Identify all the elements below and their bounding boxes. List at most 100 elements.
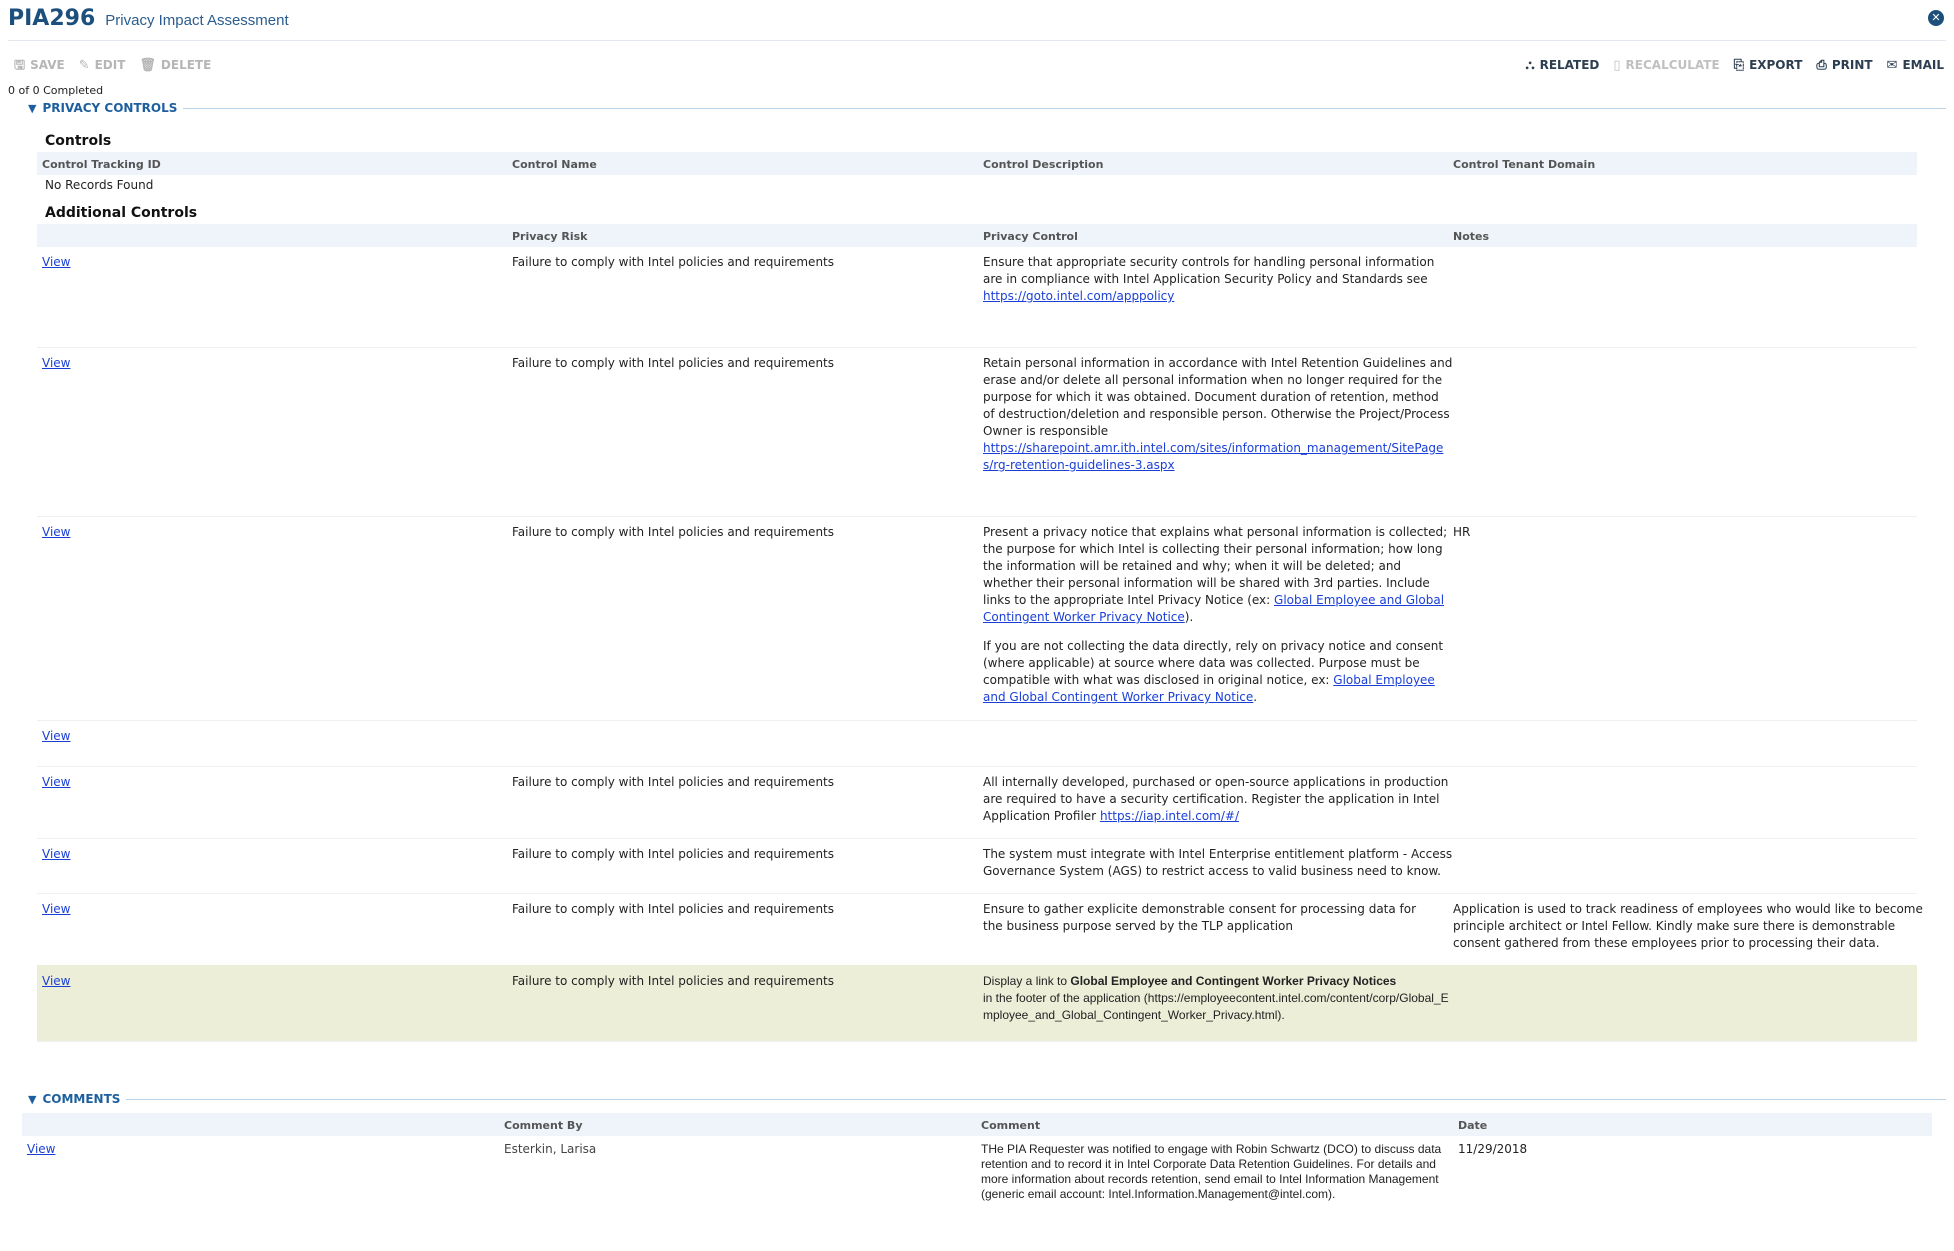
column-header[interactable]: Privacy Risk: [512, 230, 587, 243]
related-button[interactable]: ⛬ RELATED: [1525, 58, 1599, 72]
privacy-risk: Failure to comply with Intel policies an…: [512, 902, 835, 916]
record-id: PIA296: [8, 6, 96, 31]
retention-guidelines-link[interactable]: https://sharepoint.amr.ith.intel.com/sit…: [983, 441, 1443, 472]
empty-state: No Records Found: [45, 178, 154, 192]
email-label: EMAIL: [1902, 58, 1944, 72]
section-divider: [126, 1098, 1946, 1100]
column-header[interactable]: Control Tenant Domain: [1453, 158, 1595, 171]
additional-controls-heading: Additional Controls: [45, 205, 198, 221]
privacy-control-text: in the footer of the application (https:…: [983, 991, 1449, 1022]
privacy-control-text: Display a link to: [983, 974, 1071, 988]
column-header[interactable]: Comment: [981, 1119, 1040, 1132]
recalculate-label: RECALCULATE: [1625, 58, 1720, 72]
comment-author: Esterkin, Larisa: [504, 1142, 597, 1156]
calculator-icon: ▯: [1613, 57, 1621, 73]
privacy-control: Retain personal information in accordanc…: [983, 355, 1453, 474]
delete-button[interactable]: 🗑 DELETE: [139, 58, 211, 72]
privacy-control-text: Retain personal information in accordanc…: [983, 356, 1453, 438]
view-link[interactable]: View: [27, 1142, 55, 1157]
export-icon: ⎘: [1733, 57, 1745, 73]
print-label: PRINT: [1831, 58, 1873, 72]
privacy-risk: Failure to comply with Intel policies an…: [512, 255, 835, 269]
envelope-icon: ✉: [1886, 57, 1898, 73]
additional-controls-table-header: Privacy Risk Privacy Control Notes: [37, 224, 1917, 247]
table-row: View Failure to comply with Intel polici…: [37, 516, 1917, 721]
policy-link[interactable]: https://goto.intel.com/apppolicy: [983, 289, 1174, 303]
toolbar-right: ⛬ RELATED ▯ RECALCULATE ⎘ EXPORT ⎙ PRINT ✉ EM…: [1525, 56, 1944, 74]
export-label: EXPORT: [1749, 58, 1803, 72]
close-icon[interactable]: ✕: [1928, 10, 1944, 26]
view-link[interactable]: View: [42, 973, 70, 990]
column-header[interactable]: Notes: [1453, 230, 1489, 243]
privacy-control-paragraph: Present a privacy notice that explains w…: [983, 524, 1453, 626]
edit-button[interactable]: ✎ EDIT: [79, 58, 126, 72]
view-link[interactable]: View: [42, 254, 70, 271]
privacy-control: Display a link to Global Employee and Co…: [983, 973, 1453, 1024]
table-row: View Failure to comply with Intel polici…: [37, 246, 1917, 348]
save-icon: 🖫: [14, 57, 26, 73]
view-link[interactable]: View: [42, 524, 70, 541]
comment-row: View Esterkin, Larisa THe PIA Requester …: [22, 1142, 1932, 1222]
collapse-triangle-icon: ▼: [28, 1092, 37, 1106]
column-header[interactable]: Privacy Control: [983, 230, 1078, 243]
email-button[interactable]: ✉ EMAIL: [1887, 58, 1944, 72]
table-row: View Failure to comply with Intel polici…: [37, 766, 1917, 839]
column-header[interactable]: Comment By: [504, 1119, 583, 1132]
delete-label: DELETE: [160, 58, 212, 72]
table-row-selected: View Failure to comply with Intel polici…: [37, 965, 1917, 1042]
privacy-control-text: Ensure that appropriate security control…: [983, 255, 1435, 286]
page-title: Privacy Impact Assessment: [105, 12, 289, 29]
section-label: PRIVACY CONTROLS: [42, 101, 178, 115]
comment-text: THe PIA Requester was notified to engage…: [981, 1142, 1442, 1201]
column-header[interactable]: Control Tracking ID: [42, 158, 161, 171]
export-button[interactable]: ⎘ EXPORT: [1734, 58, 1803, 72]
privacy-control: Ensure that appropriate security control…: [983, 254, 1453, 305]
view-link[interactable]: View: [42, 846, 70, 863]
comments-table-header: Comment By Comment Date: [22, 1113, 1932, 1136]
privacy-control: The system must integrate with Intel Ent…: [983, 847, 1453, 878]
record-header: PIA296 Privacy Impact Assessment: [8, 6, 289, 38]
privacy-notices-name: Global Employee and Contingent Worker Pr…: [1070, 974, 1397, 988]
edit-label: EDIT: [94, 58, 126, 72]
privacy-risk: Failure to comply with Intel policies an…: [512, 775, 835, 789]
controls-table-header: Control Tracking ID Control Name Control…: [37, 152, 1917, 175]
privacy-risk: Failure to comply with Intel policies an…: [512, 356, 835, 370]
hierarchy-icon: ⛬: [1525, 57, 1535, 73]
controls-heading: Controls: [45, 133, 112, 149]
save-label: SAVE: [30, 58, 65, 72]
notes: HR: [1453, 525, 1471, 539]
view-link[interactable]: View: [42, 728, 70, 745]
privacy-risk: Failure to comply with Intel policies an…: [512, 525, 835, 539]
table-row: View Failure to comply with Intel polici…: [37, 347, 1917, 517]
privacy-control: Present a privacy notice that explains w…: [983, 524, 1453, 718]
section-label: COMMENTS: [42, 1092, 121, 1106]
privacy-risk: Failure to comply with Intel policies an…: [512, 974, 835, 988]
privacy-control: All internally developed, purchased or o…: [983, 774, 1453, 825]
notes: Application is used to track readiness o…: [1453, 902, 1923, 950]
recalculate-button[interactable]: ▯ RECALCULATE: [1613, 58, 1719, 72]
view-link[interactable]: View: [42, 355, 70, 372]
related-label: RELATED: [1539, 58, 1600, 72]
comments-section-toggle[interactable]: ▼ COMMENTS: [28, 1090, 1946, 1108]
column-header[interactable]: Control Name: [512, 158, 597, 171]
pencil-icon: ✎: [78, 57, 90, 73]
table-row: View Failure to comply with Intel polici…: [37, 893, 1923, 966]
column-header[interactable]: Date: [1458, 1119, 1487, 1132]
view-link[interactable]: View: [42, 774, 70, 791]
header-divider: [8, 40, 1946, 41]
privacy-risk: Failure to comply with Intel policies an…: [512, 847, 835, 861]
table-row: View Failure to comply with Intel polici…: [37, 838, 1917, 894]
collapse-triangle-icon: ▼: [28, 101, 37, 115]
printer-icon: ⎙: [1816, 57, 1827, 73]
completion-status: 0 of 0 Completed: [8, 84, 104, 97]
privacy-control-text: .: [1253, 690, 1258, 704]
column-header[interactable]: Control Description: [983, 158, 1103, 171]
privacy-controls-section-toggle[interactable]: ▼ PRIVACY CONTROLS: [28, 99, 1946, 117]
privacy-control-paragraph: If you are not collecting the data direc…: [983, 638, 1453, 706]
save-button[interactable]: 🖫 SAVE: [14, 58, 65, 72]
privacy-control: Ensure to gather explicite demonstrable …: [983, 902, 1417, 933]
print-button[interactable]: ⎙ PRINT: [1816, 58, 1872, 72]
view-link[interactable]: View: [42, 901, 70, 918]
iap-link[interactable]: https://iap.intel.com/#/: [1100, 809, 1239, 823]
section-divider: [183, 107, 1946, 109]
